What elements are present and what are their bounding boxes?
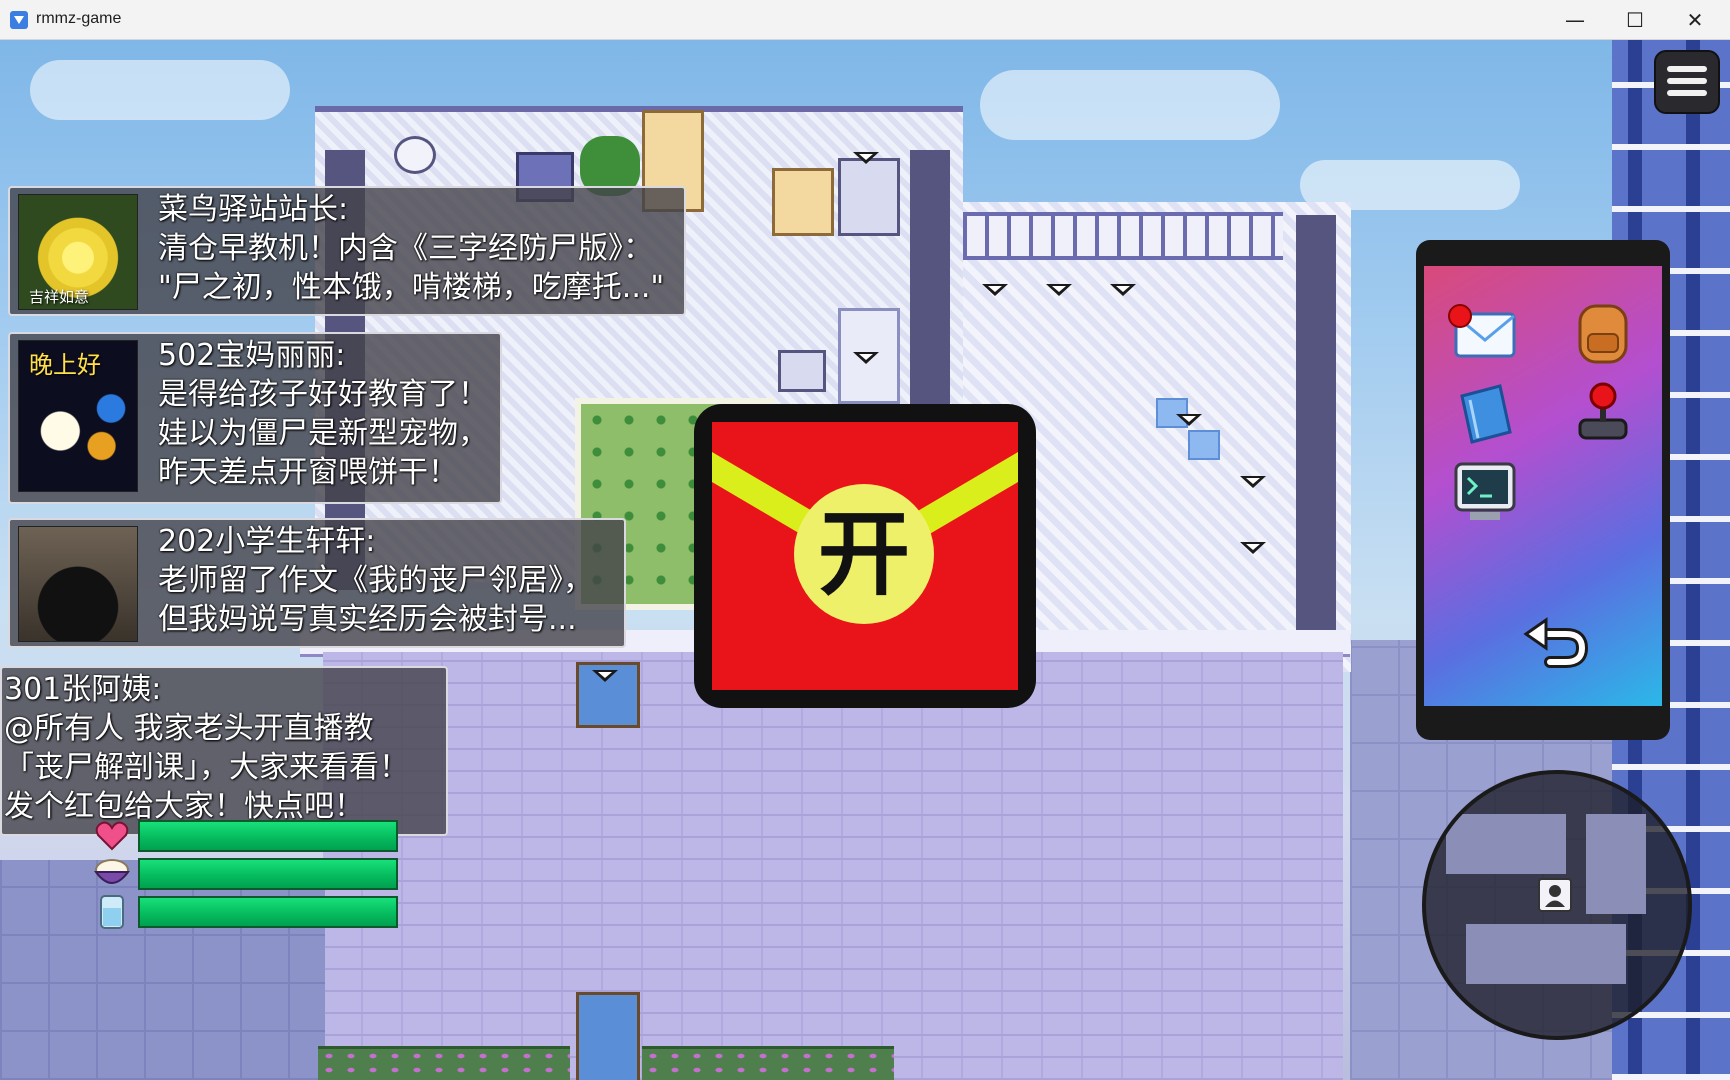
minimize-button[interactable]: — <box>1545 0 1605 40</box>
window-titlebar: rmmz-game — ☐ ✕ <box>0 0 1730 40</box>
terrace-wall <box>1296 215 1336 670</box>
notification-dot <box>1448 304 1472 328</box>
terminal-icon[interactable] <box>1448 456 1522 530</box>
event-marker[interactable] <box>1046 284 1072 296</box>
chat-line: 娃以为僵尸是新型宠物， <box>158 416 488 451</box>
chat-line: "尸之初，性本饿，啃楼梯，吃摩托..." <box>158 270 665 305</box>
cloud <box>980 70 1280 140</box>
thirst-bar <box>138 896 398 928</box>
minimap-room <box>1466 924 1626 984</box>
cloud <box>30 60 290 120</box>
wall-clock <box>394 136 436 174</box>
chat-body: 菜鸟驿站站长: 清仓早教机！内含《三字经防尸版》： "尸之初，性本饿，啃楼梯，吃… <box>158 190 664 307</box>
mail-icon[interactable] <box>1448 296 1522 370</box>
terminal-icon-graphic <box>1454 462 1516 520</box>
rice-bowl-icon <box>92 854 132 894</box>
chat-line: 老师留了作文《我的丧尸邻居》， <box>158 563 593 598</box>
phone-screen <box>1424 266 1662 706</box>
ice-block <box>1188 430 1220 460</box>
flower-hedge <box>642 1046 894 1080</box>
event-marker[interactable] <box>1176 414 1202 426</box>
phone-menu <box>1416 240 1670 740</box>
back-arrow-icon[interactable] <box>1520 606 1594 680</box>
book-icon[interactable] <box>1448 376 1522 450</box>
backpack-icon[interactable] <box>1566 296 1640 370</box>
heart-icon <box>92 815 132 855</box>
chat-message: 202小学生轩轩: 老师留了作文《我的丧尸邻居》， 但我妈说写真实经历会被封号.… <box>8 518 626 648</box>
event-marker[interactable] <box>853 352 879 364</box>
stove <box>838 158 900 236</box>
event-marker[interactable] <box>592 670 618 682</box>
open-envelope-button[interactable]: 开 <box>794 484 934 624</box>
backpack-icon-graphic <box>1578 304 1628 364</box>
event-marker[interactable] <box>982 284 1008 296</box>
back-arrow-graphic <box>1523 617 1589 668</box>
app-icon <box>10 11 28 29</box>
entrance-door[interactable] <box>576 992 640 1080</box>
good-evening-moon-avatar: 晚上好 <box>18 340 138 492</box>
player-marker-icon <box>1538 878 1572 912</box>
chat-message: 晚上好 502宝妈丽丽: 是得给孩子好好教育了！ 娃以为僵尸是新型宠物， 昨天差… <box>8 332 502 504</box>
water-cup-icon <box>92 892 132 932</box>
chat-sender: 301张阿姨: <box>4 672 162 707</box>
interior-wall-right <box>910 150 950 420</box>
health-bar <box>138 820 398 852</box>
close-button[interactable]: ✕ <box>1665 0 1725 40</box>
chat-line: 是得给孩子好好教育了！ <box>158 377 488 412</box>
lotus-flower-avatar: 吉祥如意 <box>18 194 138 310</box>
event-marker[interactable] <box>1240 542 1266 554</box>
chat-line: 昨天差点开窗喂饼干！ <box>158 455 458 490</box>
chat-sender: 202小学生轩轩: <box>158 524 376 559</box>
chat-line: 清仓早教机！内含《三字经防尸版》： <box>158 231 653 266</box>
minimap-room <box>1446 814 1566 874</box>
red-envelope-body: 开 <box>712 422 1018 690</box>
red-envelope[interactable]: 开 <box>694 404 1036 708</box>
black-cat-avatar <box>18 526 138 642</box>
game-viewport[interactable]: 吉祥如意 菜鸟驿站站长: 清仓早教机！内含《三字经防尸版》： "尸之初，性本饿，… <box>0 40 1730 1080</box>
chat-line: @所有人 我家老头开直播教 <box>4 711 374 746</box>
hamburger-menu-icon[interactable] <box>1654 50 1720 114</box>
joystick-icon[interactable] <box>1566 376 1640 450</box>
chat-sender: 菜鸟驿站站长: <box>158 192 349 227</box>
event-marker[interactable] <box>853 152 879 164</box>
chat-message: 吉祥如意 菜鸟驿站站长: 清仓早教机！内含《三字经防尸版》： "尸之初，性本饿，… <box>8 186 686 316</box>
street-tiles <box>0 860 325 1080</box>
maximize-button[interactable]: ☐ <box>1605 0 1665 40</box>
minimap-room <box>1586 814 1646 914</box>
chat-sender: 502宝妈丽丽: <box>158 338 346 373</box>
event-marker[interactable] <box>1240 476 1266 488</box>
cabinet <box>772 168 834 236</box>
chat-body: 202小学生轩轩: 老师留了作文《我的丧尸邻居》， 但我妈说写真实经历会被封号.… <box>158 522 593 639</box>
avatar-caption: 晚上好 <box>29 351 101 379</box>
apartment-facade <box>323 652 1343 1080</box>
event-marker[interactable] <box>1110 284 1136 296</box>
chat-line: 但我妈说写真实经历会被封号... <box>158 602 577 637</box>
minimap[interactable] <box>1422 770 1692 1040</box>
chat-body: 301张阿姨: @所有人 我家老头开直播教 「丧尸解剖课」，大家来看看！ 发个红… <box>4 670 409 826</box>
chair <box>778 350 826 392</box>
flower-hedge <box>318 1046 570 1080</box>
rooftop-railing <box>963 212 1283 260</box>
joystick-icon-graphic <box>1578 382 1628 440</box>
chat-message: 301张阿姨: @所有人 我家老头开直播教 「丧尸解剖课」，大家来看看！ 发个红… <box>0 666 448 836</box>
book-icon-graphic <box>1460 384 1512 444</box>
window-title: rmmz-game <box>36 10 122 27</box>
hunger-bar <box>138 858 398 890</box>
avatar-caption: 吉祥如意 <box>29 288 90 306</box>
chat-body: 502宝妈丽丽: 是得给孩子好好教育了！ 娃以为僵尸是新型宠物， 昨天差点开窗喂… <box>158 336 488 492</box>
chat-line: 「丧尸解剖课」，大家来看看！ <box>4 750 409 785</box>
